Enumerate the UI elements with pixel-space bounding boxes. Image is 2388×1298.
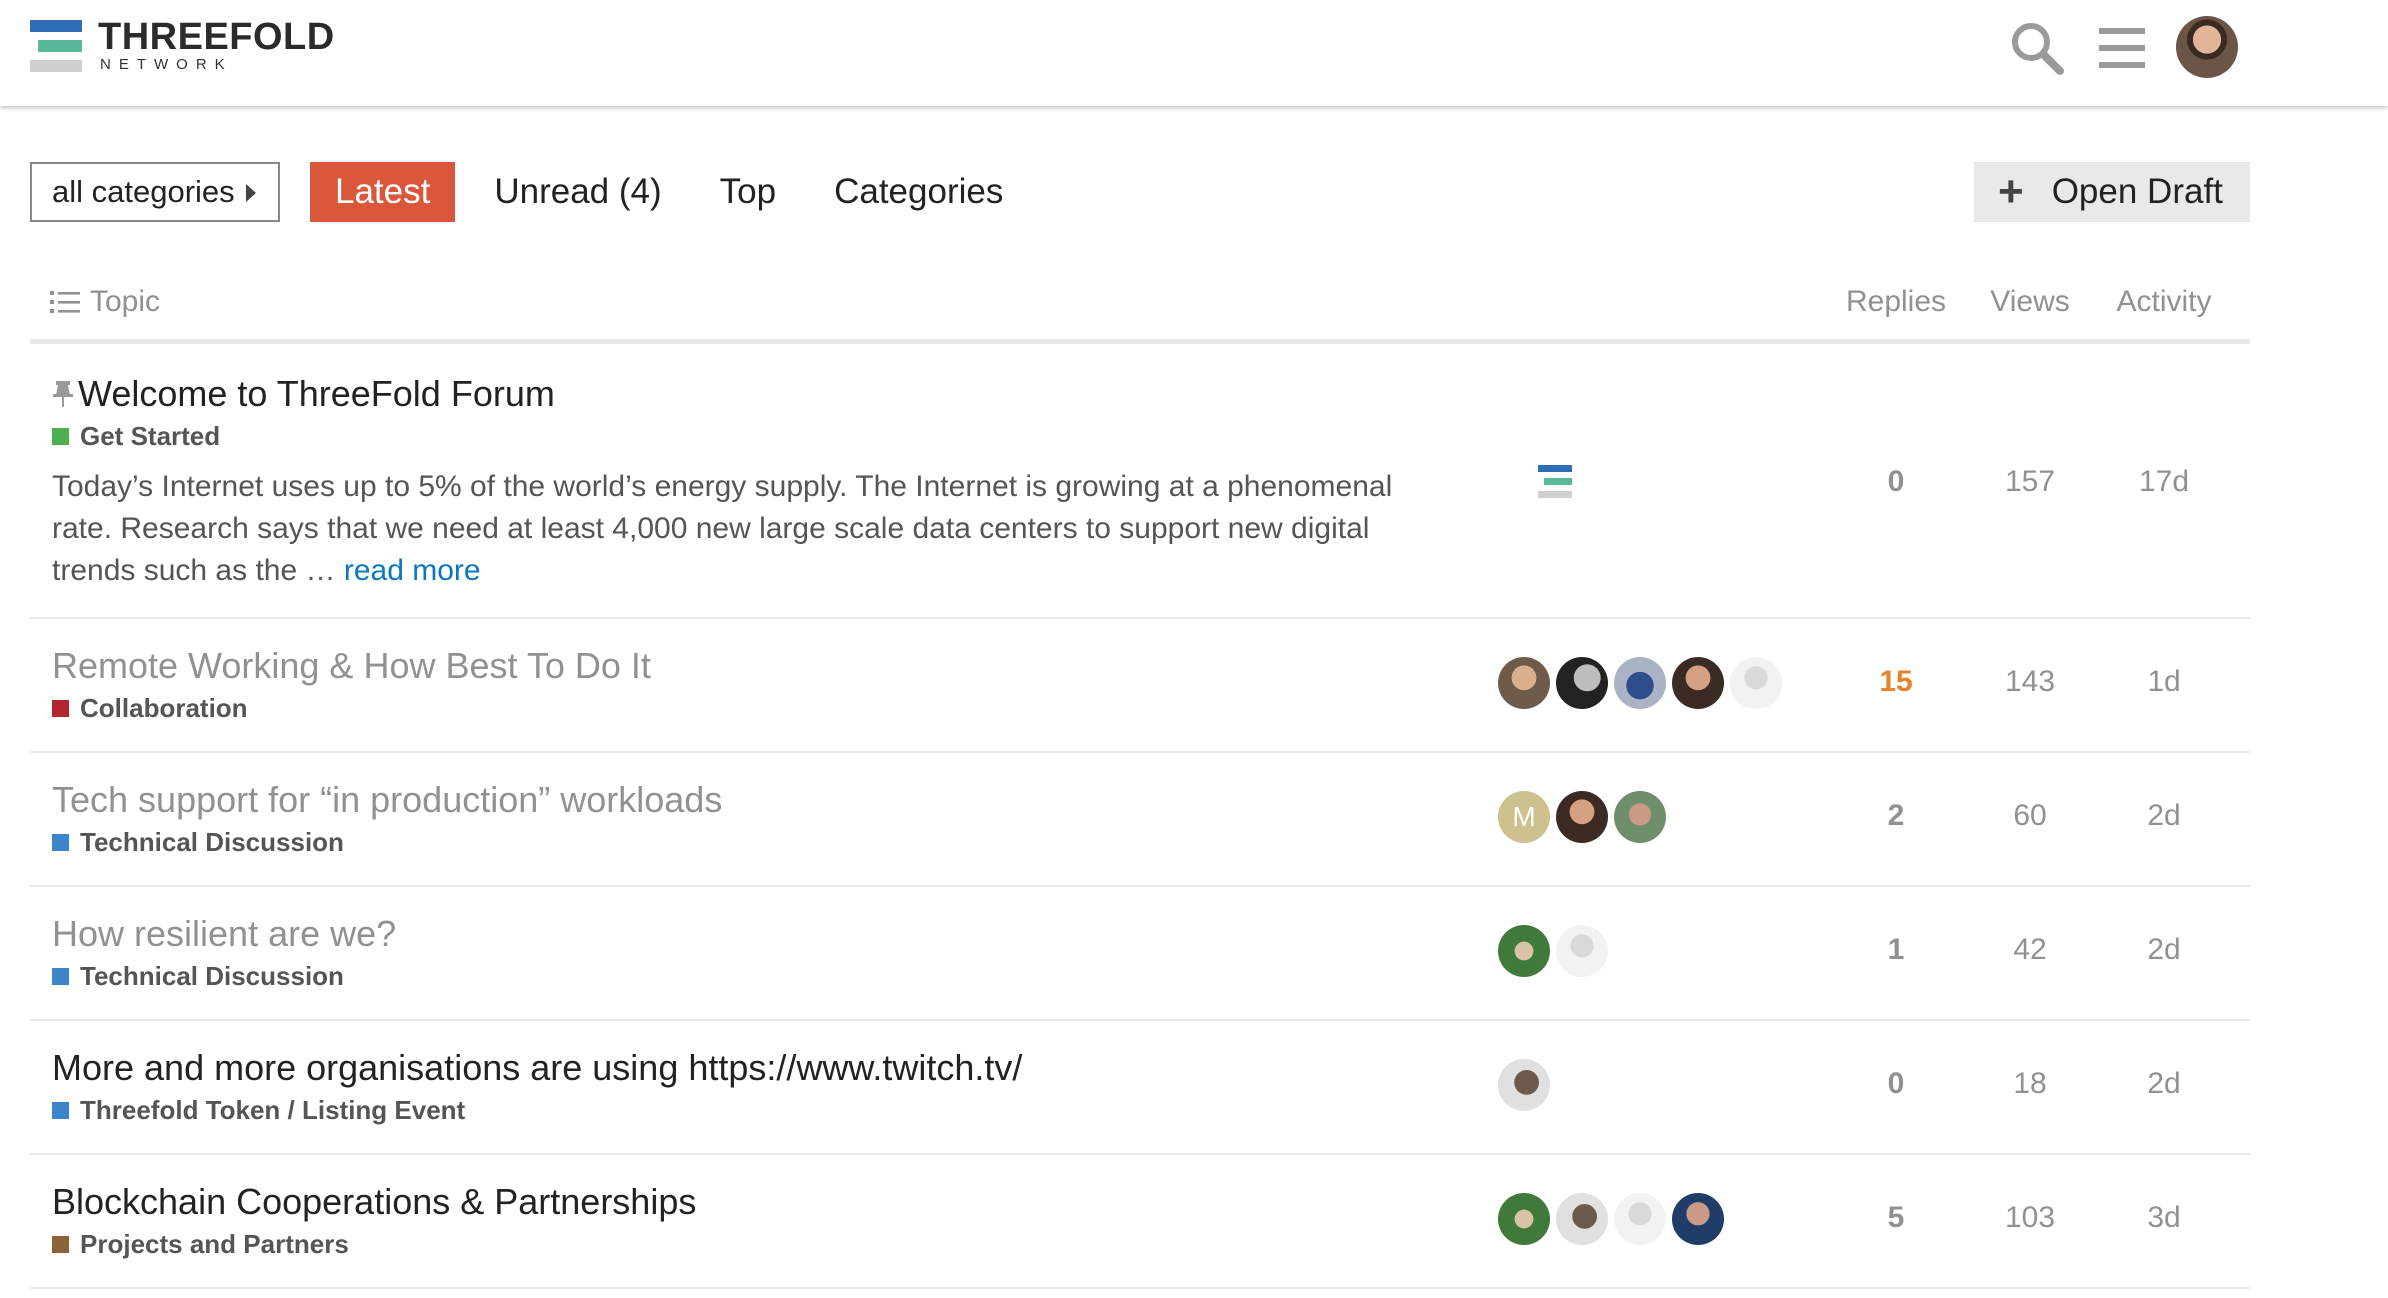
pin-icon <box>52 375 74 417</box>
poster-avatar[interactable] <box>1498 657 1550 709</box>
topic-title-link[interactable]: Tech support for “in production” workloa… <box>52 779 722 821</box>
tab-top[interactable]: Top <box>691 162 805 222</box>
topic-title-link[interactable]: Remote Working & How Best To Do It <box>52 645 651 687</box>
activity-time[interactable]: 1d <box>2094 665 2234 699</box>
views-count: 103 <box>2004 1201 2056 1234</box>
logo-mark-icon <box>30 20 82 72</box>
category-dropdown-label: all categories <box>52 174 235 209</box>
category-color-square <box>52 428 69 445</box>
hamburger-menu-icon[interactable] <box>2092 18 2152 78</box>
poster-avatar[interactable] <box>1730 657 1782 709</box>
category-color-square <box>52 700 69 717</box>
topic-row: Tech support for “in production” workloa… <box>30 753 2250 887</box>
tab-latest[interactable]: Latest <box>310 162 456 222</box>
topic-title-link[interactable]: More and more organisations are using ht… <box>52 1047 1022 1089</box>
read-more-link[interactable]: read more <box>344 554 481 587</box>
poster-avatar[interactable] <box>1498 925 1550 977</box>
topic-category-link[interactable]: Technical Discussion <box>52 961 344 992</box>
poster-avatar[interactable] <box>1498 1193 1550 1245</box>
poster-avatar[interactable] <box>1672 657 1724 709</box>
replies-count[interactable]: 15 <box>1826 665 1966 699</box>
poster-avatar[interactable] <box>1556 657 1608 709</box>
site-header: THREEFOLD NETWORK <box>0 0 2388 106</box>
open-draft-button[interactable]: + Open Draft <box>1974 162 2250 222</box>
activity-time[interactable]: 2d <box>2094 1067 2234 1101</box>
column-header-topic[interactable]: Topic <box>50 282 160 322</box>
topic-row: Remote Working & How Best To Do It Colla… <box>30 619 2250 753</box>
replies-count[interactable]: 2 <box>1826 799 1966 833</box>
views-count: 157 <box>2004 465 2056 498</box>
poster-avatar-letter[interactable]: M <box>1498 791 1550 843</box>
views-count: 143 <box>2004 665 2056 698</box>
topic-row: More and more organisations are using ht… <box>30 1021 2250 1155</box>
views-count: 18 <box>2013 1067 2047 1100</box>
category-dropdown[interactable]: all categories <box>30 162 280 222</box>
open-draft-label: Open Draft <box>2051 172 2223 211</box>
replies-count[interactable]: 0 <box>1826 465 1966 499</box>
tab-unread[interactable]: Unread (4) <box>465 162 690 222</box>
replies-count[interactable]: 0 <box>1826 1067 1966 1101</box>
poster-avatar[interactable] <box>1672 1193 1724 1245</box>
views-count: 42 <box>2013 933 2047 966</box>
column-header-views[interactable]: Views <box>1970 282 2090 322</box>
category-color-square <box>52 1102 69 1119</box>
caret-right-icon <box>246 184 256 202</box>
current-user-avatar[interactable] <box>2176 16 2238 78</box>
search-icon[interactable] <box>2007 18 2067 78</box>
poster-avatar[interactable] <box>1498 1059 1550 1111</box>
activity-time[interactable]: 3d <box>2094 1201 2234 1235</box>
list-icon <box>50 289 80 315</box>
poster-avatar[interactable] <box>1614 1193 1666 1245</box>
category-color-square <box>52 834 69 851</box>
tab-categories[interactable]: Categories <box>805 162 1032 222</box>
topic-table-header: Topic Replies Views Activity <box>30 268 2250 344</box>
replies-count[interactable]: 1 <box>1826 933 1966 967</box>
logo-subtitle: NETWORK <box>100 56 233 73</box>
logo-title: THREEFOLD <box>98 16 335 58</box>
topic-posters <box>1498 1059 1556 1111</box>
column-header-activity[interactable]: Activity <box>2094 282 2234 322</box>
poster-avatar[interactable] <box>1556 1193 1608 1245</box>
topic-title-link[interactable]: How resilient are we? <box>52 913 396 955</box>
topic-category-link[interactable]: Collaboration <box>52 693 248 724</box>
topic-excerpt: Today’s Internet uses up to 5% of the wo… <box>52 470 1393 587</box>
activity-time[interactable]: 2d <box>2094 933 2234 967</box>
activity-time[interactable]: 2d <box>2094 799 2234 833</box>
topic-category-link[interactable]: Projects and Partners <box>52 1229 349 1260</box>
category-color-square <box>52 968 69 985</box>
system-avatar-logo-icon[interactable] <box>1538 465 1572 499</box>
column-header-replies[interactable]: Replies <box>1826 282 1966 322</box>
poster-avatar[interactable] <box>1556 791 1608 843</box>
topic-title-link[interactable]: Blockchain Cooperations & Partnerships <box>52 1181 696 1223</box>
topic-posters <box>1498 465 1578 499</box>
category-color-square <box>52 1236 69 1253</box>
poster-avatar[interactable] <box>1614 791 1666 843</box>
poster-avatar[interactable] <box>1556 925 1608 977</box>
replies-count[interactable]: 5 <box>1826 1201 1966 1235</box>
topic-category-link[interactable]: Threefold Token / Listing Event <box>52 1095 465 1126</box>
topic-posters <box>1498 1193 1730 1245</box>
topic-row: Welcome to ThreeFold Forum Get Started T… <box>30 349 2250 619</box>
topic-row: Blockchain Cooperations & Partnerships P… <box>30 1155 2250 1289</box>
activity-time[interactable]: 17d <box>2094 465 2234 499</box>
topic-row: How resilient are we? Technical Discussi… <box>30 887 2250 1021</box>
topic-category-link[interactable]: Technical Discussion <box>52 827 344 858</box>
site-logo[interactable]: THREEFOLD NETWORK <box>30 16 335 73</box>
topic-category-link[interactable]: Get Started <box>52 421 220 452</box>
topic-posters <box>1498 657 1788 709</box>
views-count: 60 <box>2013 799 2047 832</box>
poster-avatar[interactable] <box>1614 657 1666 709</box>
topic-posters: M <box>1498 791 1672 843</box>
plus-icon: + <box>1998 167 2024 216</box>
topic-title-link[interactable]: Welcome to ThreeFold Forum <box>52 373 555 417</box>
topic-posters <box>1498 925 1614 977</box>
topic-list-navigation: all categories Latest Unread (4) Top Cat… <box>30 162 1032 222</box>
